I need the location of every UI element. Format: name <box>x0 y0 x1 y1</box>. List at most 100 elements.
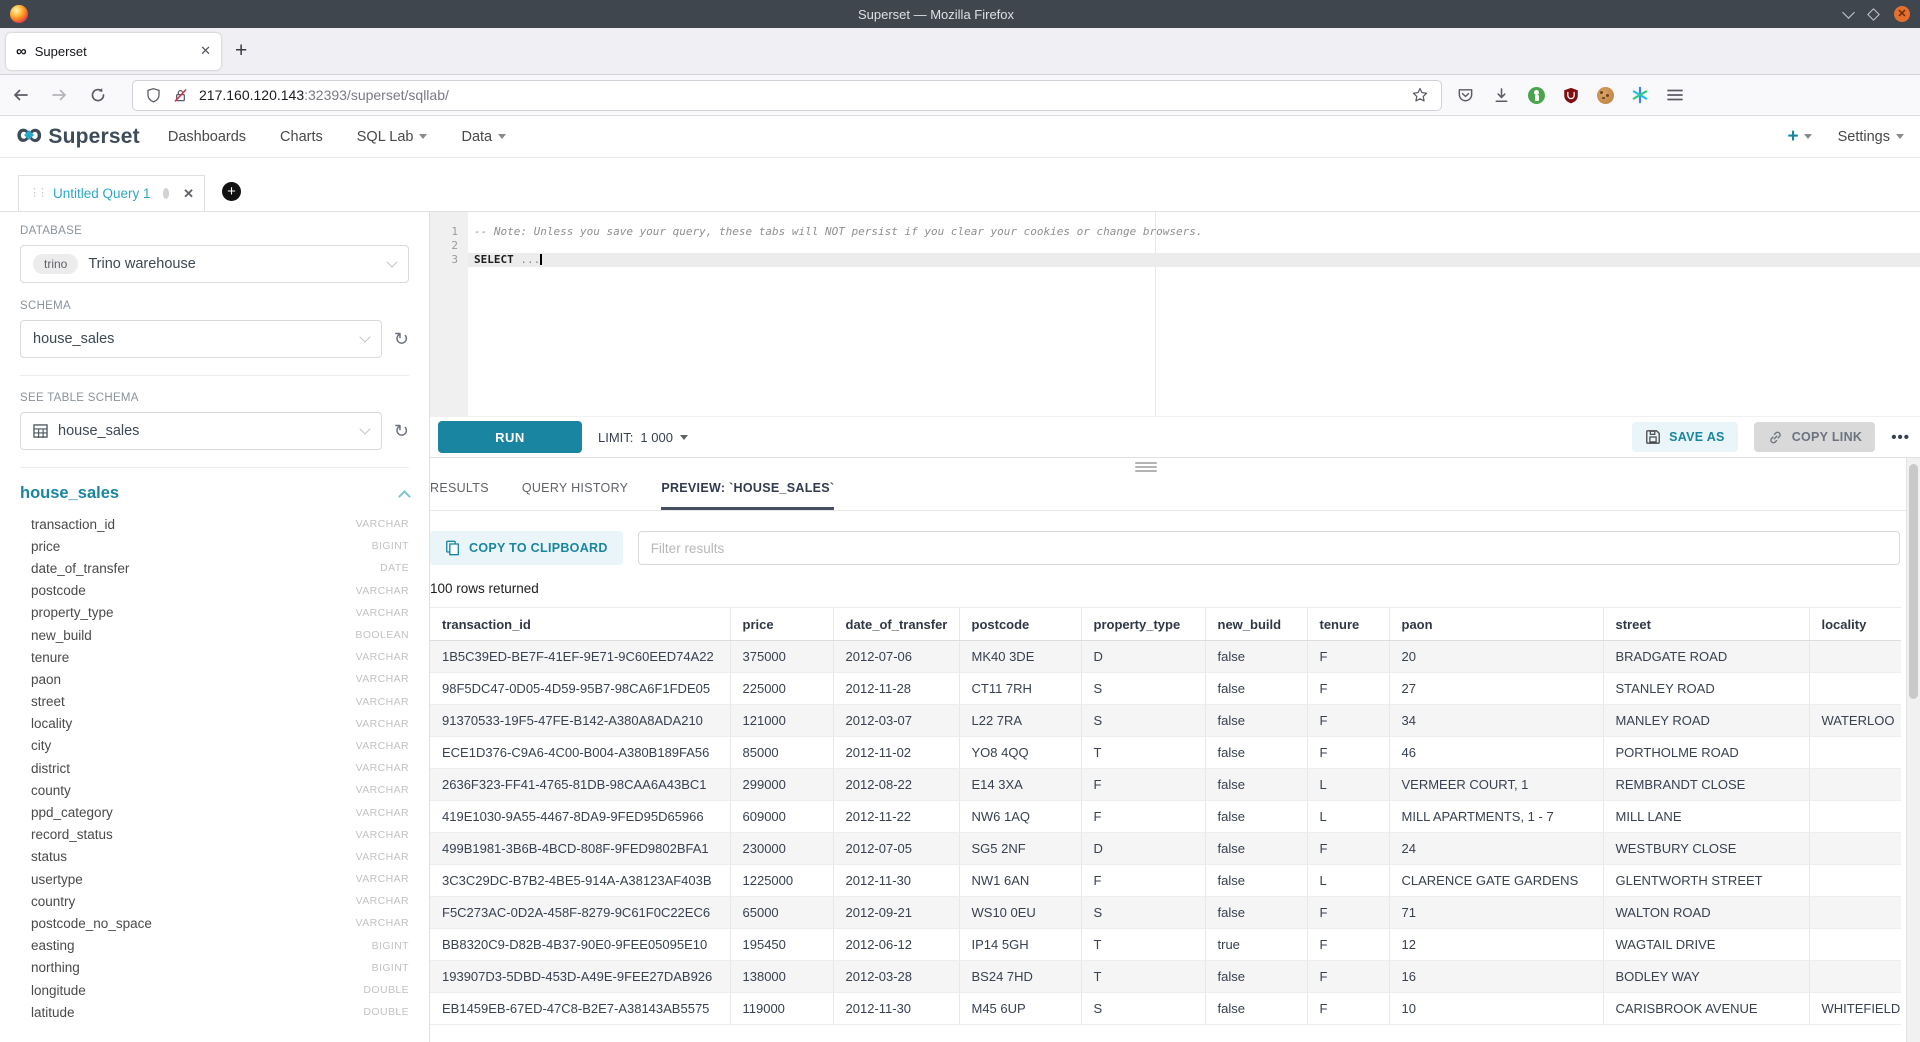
limit-dropdown[interactable]: LIMIT: 1 000 <box>598 430 688 445</box>
editor-line[interactable]: 3SELECT ... <box>430 253 1920 267</box>
table-select[interactable]: house_sales <box>20 412 382 450</box>
schema-column-row[interactable]: longitudeDOUBLE <box>20 979 409 1001</box>
results-tab-preview[interactable]: PREVIEW: `HOUSE_SALES` <box>661 478 834 510</box>
nav-sql-lab[interactable]: SQL Lab <box>357 129 428 145</box>
run-button[interactable]: RUN <box>438 421 582 453</box>
table-row[interactable]: 3C3C29DC-B7B2-4BE5-914A-A38123AF403B1225… <box>430 865 1901 897</box>
browser-tab[interactable]: ∞ Superset ✕ <box>6 33 221 70</box>
schema-column-row[interactable]: eastingBIGINT <box>20 935 409 957</box>
schema-column-row[interactable]: usertypeVARCHAR <box>20 868 409 890</box>
database-select[interactable]: trino Trino warehouse <box>20 245 409 283</box>
asterisk-extension-icon[interactable] <box>1631 86 1649 104</box>
column-header[interactable]: property_type <box>1081 608 1205 641</box>
schema-column-row[interactable]: localityVARCHAR <box>20 713 409 735</box>
cookie-icon[interactable] <box>1597 87 1614 104</box>
schema-column-row[interactable]: cityVARCHAR <box>20 735 409 757</box>
url-text[interactable]: 217.160.120.143:32393/superset/sqllab/ <box>199 87 1401 103</box>
query-tab[interactable]: ⋮⋮ Untitled Query 1 ✕ <box>18 175 205 211</box>
forward-icon[interactable] <box>51 87 68 103</box>
refresh-table-icon[interactable]: ↻ <box>394 422 409 440</box>
ublock-icon[interactable] <box>1562 86 1580 105</box>
table-row[interactable]: F5C273AC-0D2A-458F-8279-9C61F0C22EC66500… <box>430 897 1901 929</box>
table-row[interactable]: 193907D3-5DBD-453D-A49E-9FEE27DAB9261380… <box>430 961 1901 993</box>
column-header[interactable]: transaction_id <box>430 608 730 641</box>
schema-column-row[interactable]: latitudeDOUBLE <box>20 1001 409 1023</box>
column-header[interactable]: street <box>1603 608 1809 641</box>
schema-column-row[interactable]: statusVARCHAR <box>20 846 409 868</box>
nav-charts[interactable]: Charts <box>280 129 323 145</box>
tab-close-icon[interactable]: ✕ <box>200 43 211 59</box>
table-row[interactable]: BB8320C9-D82B-4B37-90E0-9FEE05095E101954… <box>430 929 1901 961</box>
reload-icon[interactable] <box>90 87 106 103</box>
schema-column-row[interactable]: postcode_no_spaceVARCHAR <box>20 912 409 934</box>
schema-column-row[interactable]: countyVARCHAR <box>20 779 409 801</box>
nav-dashboards[interactable]: Dashboards <box>168 129 246 145</box>
column-header[interactable]: locality <box>1809 608 1901 641</box>
settings-menu[interactable]: Settings <box>1838 129 1904 145</box>
pane-splitter[interactable] <box>430 458 1920 478</box>
collapse-chevron-icon[interactable] <box>398 490 411 503</box>
schema-column-row[interactable]: streetVARCHAR <box>20 691 409 713</box>
close-window-icon[interactable]: ✕ <box>1894 6 1910 22</box>
nav-data[interactable]: Data <box>461 129 506 145</box>
shield-icon[interactable] <box>145 87 162 104</box>
add-new-button[interactable]: + <box>1787 126 1811 148</box>
column-header[interactable]: date_of_transfer <box>833 608 959 641</box>
results-tab-query-history[interactable]: QUERY HISTORY <box>522 478 628 510</box>
table-row[interactable]: 98F5DC47-0D05-4D59-95B7-98CA6F1FDE052250… <box>430 673 1901 705</box>
editor-line[interactable]: 2 <box>430 239 1920 253</box>
downloads-icon[interactable] <box>1492 86 1511 105</box>
schema-column-row[interactable]: record_statusVARCHAR <box>20 824 409 846</box>
filter-results-input[interactable] <box>638 531 1900 565</box>
table-row[interactable]: ECE1D376-C9A6-4C00-B004-A380B189FA568500… <box>430 737 1901 769</box>
menu-hamburger-icon[interactable] <box>1666 87 1684 103</box>
sql-editor[interactable]: 1-- Note: Unless you save your query, th… <box>430 212 1920 416</box>
copy-to-clipboard-button[interactable]: COPY TO CLIPBOARD <box>430 531 623 565</box>
minimize-icon[interactable] <box>1842 6 1855 19</box>
add-query-tab-button[interactable]: + <box>222 182 241 201</box>
table-row[interactable]: EB1459EB-67ED-47C8-B2E7-A38143AB55751190… <box>430 993 1901 1025</box>
save-as-button[interactable]: SAVE AS <box>1632 422 1738 452</box>
query-tab-close-icon[interactable]: ✕ <box>183 186 194 202</box>
more-actions-button[interactable]: ••• <box>1891 429 1910 446</box>
schema-column-row[interactable]: countryVARCHAR <box>20 890 409 912</box>
drag-handle-icon[interactable]: ⋮⋮ <box>29 188 45 199</box>
column-header[interactable]: postcode <box>959 608 1081 641</box>
splitter-grip-icon[interactable] <box>1135 462 1157 472</box>
results-scrollbar[interactable] <box>1906 458 1920 1042</box>
table-name-heading[interactable]: house_sales <box>20 484 119 503</box>
insecure-lock-icon[interactable] <box>172 87 189 104</box>
url-bar[interactable]: 217.160.120.143:32393/superset/sqllab/ <box>132 80 1442 111</box>
refresh-schema-icon[interactable]: ↻ <box>394 330 409 348</box>
schema-column-row[interactable]: new_buildBOOLEAN <box>20 624 409 646</box>
maximize-icon[interactable] <box>1867 8 1880 21</box>
table-row[interactable]: 91370533-19F5-47FE-B142-A380A8ADA2101210… <box>430 705 1901 737</box>
column-header[interactable]: new_build <box>1205 608 1307 641</box>
schema-column-row[interactable]: northingBIGINT <box>20 957 409 979</box>
table-row[interactable]: 499B1981-3B6B-4BCD-808F-9FED9802BFA12300… <box>430 833 1901 865</box>
schema-column-row[interactable]: postcodeVARCHAR <box>20 580 409 602</box>
pocket-icon[interactable] <box>1456 86 1475 105</box>
results-tab-results[interactable]: RESULTS <box>430 478 489 510</box>
new-tab-button[interactable]: + <box>235 39 247 63</box>
extension-icon[interactable] <box>1528 87 1545 104</box>
schema-select[interactable]: house_sales <box>20 320 382 358</box>
schema-column-row[interactable]: transaction_idVARCHAR <box>20 513 409 535</box>
table-row[interactable]: 2636F323-FF41-4765-81DB-98CAA6A43BC12990… <box>430 769 1901 801</box>
back-icon[interactable] <box>12 87 29 103</box>
schema-column-row[interactable]: date_of_transferDATE <box>20 557 409 579</box>
column-header[interactable]: paon <box>1389 608 1603 641</box>
copy-link-button[interactable]: COPY LINK <box>1754 422 1876 452</box>
scrollbar-thumb[interactable] <box>1909 464 1918 699</box>
schema-column-row[interactable]: property_typeVARCHAR <box>20 602 409 624</box>
editor-line[interactable]: 1-- Note: Unless you save your query, th… <box>430 225 1920 239</box>
schema-column-row[interactable]: paonVARCHAR <box>20 668 409 690</box>
table-row[interactable]: 1B5C39ED-BE7F-41EF-9E71-9C60EED74A223750… <box>430 641 1901 673</box>
schema-column-row[interactable]: priceBIGINT <box>20 535 409 557</box>
bookmark-star-icon[interactable] <box>1411 86 1429 104</box>
schema-column-row[interactable]: ppd_categoryVARCHAR <box>20 801 409 823</box>
column-header[interactable]: price <box>730 608 833 641</box>
superset-brand[interactable]: ∞ Superset <box>16 124 140 150</box>
column-header[interactable]: tenure <box>1307 608 1389 641</box>
schema-column-row[interactable]: tenureVARCHAR <box>20 646 409 668</box>
